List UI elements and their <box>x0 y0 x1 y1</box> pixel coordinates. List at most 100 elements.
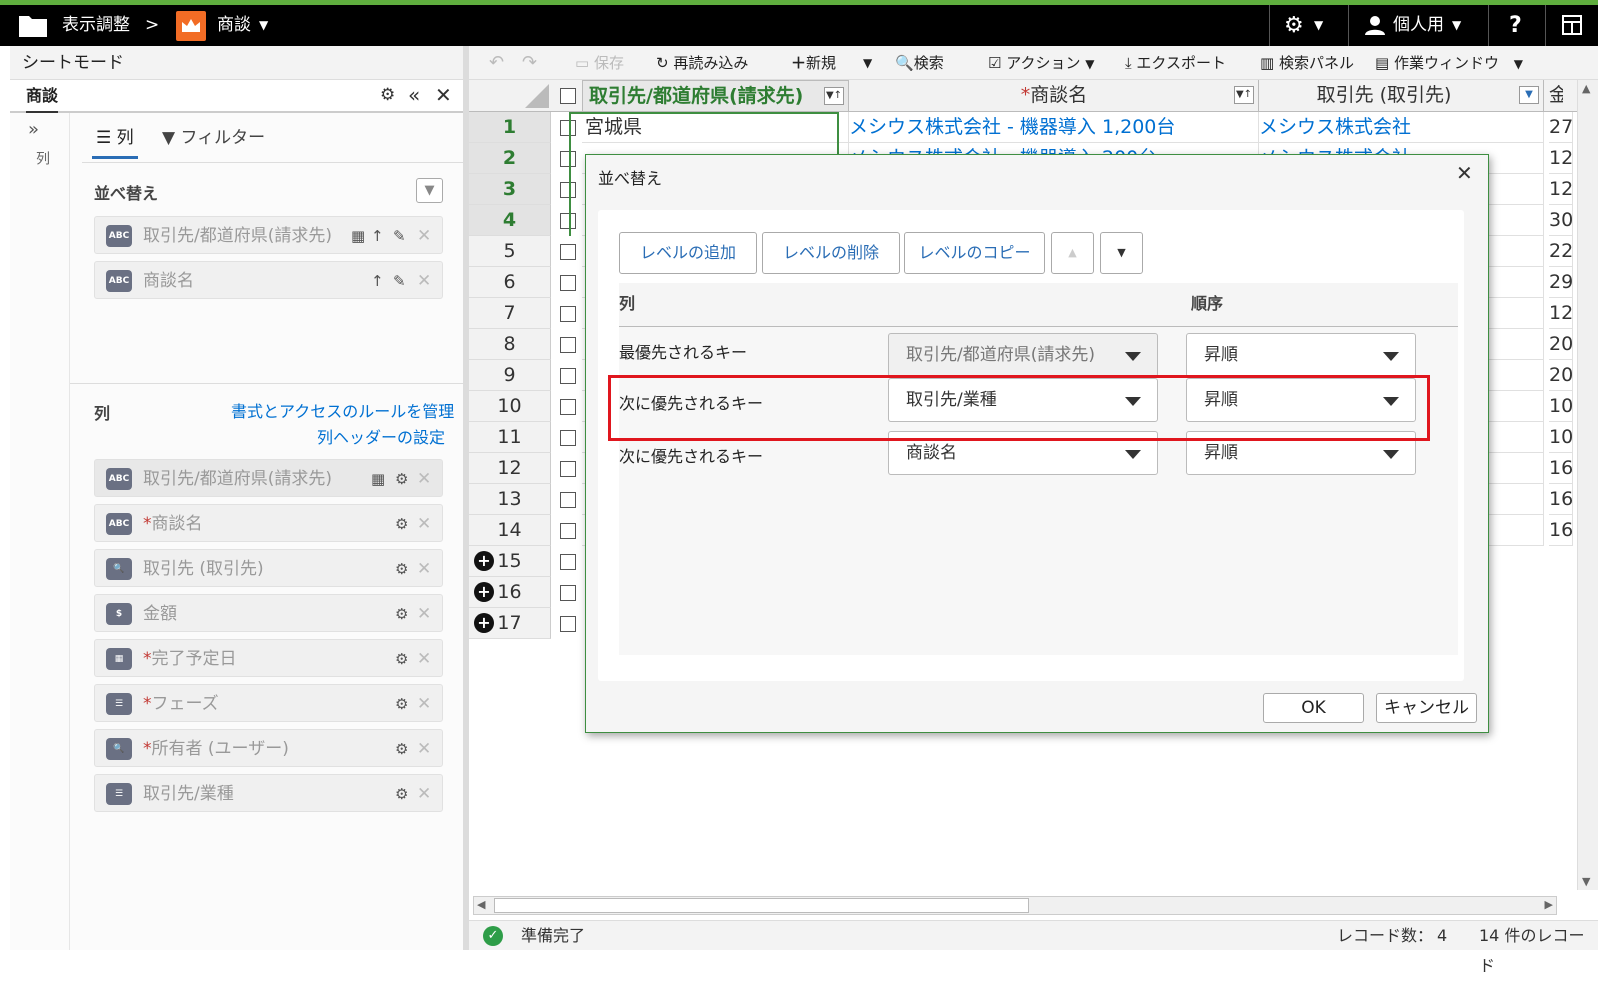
column-item[interactable]: ABC *商談名 ⚙ ✕ <box>94 504 443 542</box>
undo-icon[interactable]: ↶ <box>489 46 504 80</box>
column-item[interactable]: 🔍 取引先 (取引先) ⚙ ✕ <box>94 549 443 587</box>
window-layout-icon[interactable] <box>1562 15 1582 35</box>
user-icon[interactable] <box>1364 14 1386 36</box>
add-level-button[interactable]: レベルの追加 <box>619 232 757 274</box>
new-dropdown-icon[interactable]: ▼ <box>863 46 872 80</box>
column-dropdown-icon[interactable]: ▼ <box>1519 86 1539 104</box>
search-panel-button[interactable]: ▥ 検索パネル <box>1260 46 1354 80</box>
settings-dropdown-icon[interactable]: ▼ <box>1314 5 1323 46</box>
grid-cell-4[interactable]: 20 <box>1549 329 1573 360</box>
grid-cell-4[interactable]: 16 <box>1549 453 1573 484</box>
grid-icon[interactable]: ▦ <box>351 217 365 255</box>
row-checkbox[interactable] <box>560 399 576 415</box>
column-item[interactable]: ▦ *完了予定日 ⚙ ✕ <box>94 639 443 677</box>
action-button[interactable]: ☑ アクション ▼ <box>988 46 1095 80</box>
subtab-filter[interactable]: ▼ フィルター <box>162 117 265 159</box>
save-button[interactable]: ▭ 保存 <box>575 46 624 80</box>
row-number[interactable]: 8 <box>469 329 551 360</box>
grid-cell-2[interactable]: メシウス株式会社 - 機器導入 1,200台 <box>849 112 1259 143</box>
sort-level-row[interactable]: 次に優先されるキー 取引先/業種 昇順 <box>619 378 1458 430</box>
column-item[interactable]: ☰ *フェーズ ⚙ ✕ <box>94 684 443 722</box>
strip-columns-label[interactable]: 列 <box>32 151 52 165</box>
gear-icon[interactable]: ⚙ <box>395 775 408 813</box>
gear-icon[interactable]: ⚙ <box>395 460 408 498</box>
folder-icon[interactable] <box>18 13 48 38</box>
column-item[interactable]: 🔍 *所有者 (ユーザー) ⚙ ✕ <box>94 729 443 767</box>
header-settings-link[interactable]: 列ヘッダーの設定 <box>317 424 445 448</box>
grid-cell-4[interactable]: 29 <box>1549 267 1573 298</box>
sort-asc-icon[interactable]: ↑ <box>371 262 384 300</box>
row-checkbox[interactable] <box>560 151 576 167</box>
row-checkbox[interactable] <box>560 368 576 384</box>
grid-cell-4[interactable]: 22 <box>1549 236 1573 267</box>
select-all-corner-icon[interactable] <box>521 82 551 110</box>
tab-opportunity[interactable]: 商談 <box>26 80 59 114</box>
sort-order-select[interactable]: 昇順 <box>1186 378 1416 422</box>
grid-cell-4[interactable]: 20 <box>1549 360 1573 391</box>
remove-icon[interactable]: ✕ <box>417 262 431 300</box>
dialog-close-icon[interactable]: ✕ <box>1456 161 1473 185</box>
row-number[interactable]: 12 <box>469 453 551 484</box>
row-number[interactable]: 14 <box>469 515 551 546</box>
row-checkbox[interactable] <box>560 523 576 539</box>
column-header-4[interactable]: 金 <box>1549 80 1563 110</box>
sort-level-row[interactable]: 次に優先されるキー 商談名 昇順 <box>619 431 1458 483</box>
row-number[interactable]: 2 <box>469 143 551 174</box>
row-number[interactable]: +15 <box>469 546 551 577</box>
sort-column-select[interactable]: 取引先/業種 <box>888 378 1158 422</box>
column-item[interactable]: ABC 取引先/都道府県(請求先) ▦ ⚙ ✕ <box>94 459 443 497</box>
row-number[interactable]: 3 <box>469 174 551 205</box>
horizontal-scroll-thumb[interactable] <box>494 898 1029 913</box>
personal-dropdown-icon[interactable]: ▼ <box>1452 5 1461 46</box>
new-button[interactable]: ＋新規 <box>791 46 836 80</box>
gear-icon[interactable]: ⚙ <box>395 550 408 588</box>
row-checkbox[interactable] <box>560 244 576 260</box>
expand-icon[interactable]: » <box>28 119 39 140</box>
collapse-icon[interactable]: « <box>408 80 420 111</box>
sort-item[interactable]: ABC 商談名 ↑ ✎ ✕ <box>94 261 443 299</box>
sort-asc-icon[interactable]: ↑ <box>371 217 384 255</box>
sort-dropdown-icon[interactable]: ▼ <box>416 178 443 203</box>
grid-cell-4[interactable]: 12 <box>1549 143 1573 174</box>
grid-cell-3[interactable]: メシウス株式会社 <box>1259 112 1544 143</box>
add-row-icon[interactable]: + <box>474 551 494 571</box>
sort-order-select[interactable]: 昇順 <box>1186 333 1416 377</box>
close-icon[interactable]: ✕ <box>435 80 452 111</box>
panel-gear-icon[interactable]: ⚙ <box>380 80 395 111</box>
row-checkbox[interactable] <box>560 275 576 291</box>
scroll-down-icon[interactable]: ▼ <box>1582 875 1590 888</box>
scroll-left-icon[interactable]: ◀ <box>477 898 485 911</box>
search-button[interactable]: 🔍検索 <box>895 46 944 80</box>
grid-cell-4[interactable]: 12 <box>1549 298 1573 329</box>
help-icon[interactable]: ? <box>1509 5 1522 46</box>
remove-icon[interactable]: ✕ <box>417 730 431 768</box>
grid-cell-4[interactable]: 10 <box>1549 391 1573 422</box>
remove-icon[interactable]: ✕ <box>417 685 431 723</box>
grid-cell-4[interactable]: 10 <box>1549 422 1573 453</box>
sort-item[interactable]: ABC 取引先/都道府県(請求先) ▦ ↑ ✎ ✕ <box>94 216 443 254</box>
row-number[interactable]: 6 <box>469 267 551 298</box>
delete-level-button[interactable]: レベルの削除 <box>762 232 900 274</box>
row-number[interactable]: 10 <box>469 391 551 422</box>
row-checkbox[interactable] <box>560 430 576 446</box>
gear-icon[interactable]: ⚙ <box>395 640 408 678</box>
remove-icon[interactable]: ✕ <box>417 595 431 633</box>
gear-icon[interactable]: ⚙ <box>395 505 408 543</box>
row-number[interactable]: 11 <box>469 422 551 453</box>
grid-cell-1[interactable]: 宮城県 <box>582 112 849 143</box>
remove-icon[interactable]: ✕ <box>417 460 431 498</box>
column-header-1[interactable]: 取引先/都道府県(請求先) ▼↑ <box>582 80 849 112</box>
sort-column-select[interactable]: 取引先/都道府県(請求先) <box>888 333 1158 377</box>
horizontal-scrollbar[interactable]: ◀ ▶ <box>473 896 1557 915</box>
sort-indicator-icon[interactable]: ▼↑ <box>824 87 844 105</box>
edit-icon[interactable]: ✎ <box>393 262 406 300</box>
column-item[interactable]: ☰ 取引先/業種 ⚙ ✕ <box>94 774 443 812</box>
grid-cell-4[interactable]: 27 <box>1549 112 1573 143</box>
vertical-scrollbar[interactable]: ▲ ▼ <box>1577 80 1598 890</box>
sort-column-select[interactable]: 商談名 <box>888 431 1158 475</box>
grid-icon[interactable]: ▦ <box>371 460 385 498</box>
gear-icon[interactable]: ⚙ <box>395 685 408 723</box>
ok-button[interactable]: OK <box>1263 693 1364 723</box>
remove-icon[interactable]: ✕ <box>417 550 431 588</box>
scroll-up-icon[interactable]: ▲ <box>1582 82 1590 95</box>
